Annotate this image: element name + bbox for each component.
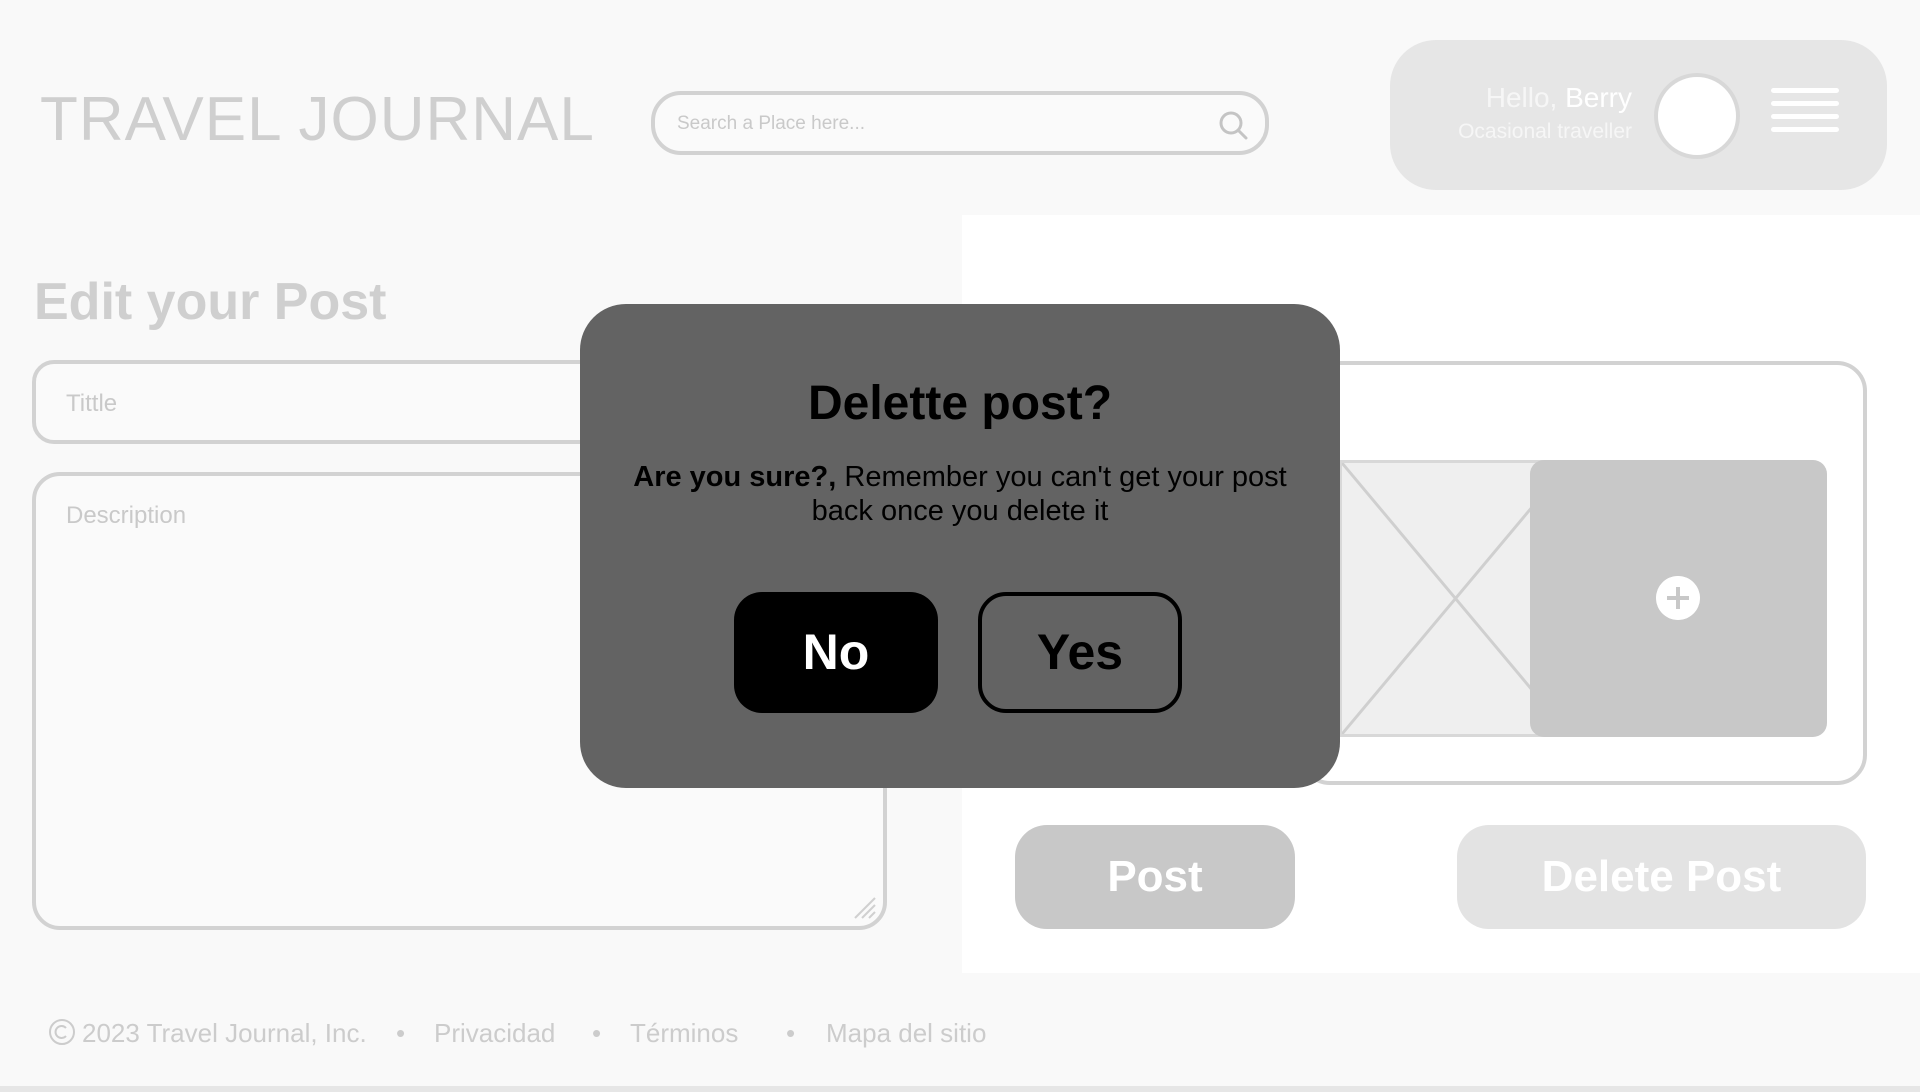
user-role: Ocasional traveller — [1458, 120, 1632, 143]
no-button[interactable]: No — [734, 592, 938, 713]
footer-separator: • — [396, 1018, 406, 1048]
dialog-message-rest: Remember you can't get your post back on… — [811, 461, 1287, 527]
copyright-text: 2023 Travel Journal, Inc. — [82, 1018, 367, 1048]
search-icon[interactable] — [1217, 109, 1249, 141]
footer-link-terms[interactable]: Términos — [630, 1018, 738, 1049]
search-input[interactable]: Search a Place here... — [677, 113, 865, 135]
post-button[interactable]: Post — [1015, 825, 1295, 929]
greeting-text: Hello, — [1485, 82, 1558, 113]
footer: 2023 Travel Journal, Inc. • Privacidad •… — [0, 1006, 1920, 1066]
bottom-divider — [0, 1086, 1920, 1092]
add-media-button[interactable] — [1530, 460, 1827, 737]
user-name: Berry — [1565, 82, 1632, 113]
yes-button[interactable]: Yes — [978, 592, 1182, 713]
delete-confirm-dialog: Delette post? Are you sure?, Remember yo… — [580, 304, 1340, 788]
resize-grip-icon[interactable] — [849, 892, 877, 920]
dialog-message-bold: Are you sure?, — [633, 461, 837, 493]
user-card[interactable]: Hello, Berry Ocasional traveller — [1390, 40, 1887, 190]
brand-logo[interactable]: TRAVEL JOURNAL — [40, 84, 595, 155]
dialog-title: Delette post? — [807, 377, 1113, 430]
footer-link-privacy[interactable]: Privacidad — [434, 1018, 555, 1049]
hamburger-menu-icon[interactable] — [1771, 88, 1839, 144]
footer-link-sitemap[interactable]: Mapa del sitio — [826, 1018, 986, 1049]
header: TRAVEL JOURNAL Search a Place here... He… — [0, 0, 1920, 215]
greeting: Hello, Berry — [1486, 82, 1632, 114]
delete-post-button[interactable]: Delete Post — [1457, 825, 1866, 929]
copyright-icon — [49, 1019, 75, 1045]
title-placeholder: Tittle — [66, 390, 118, 417]
dialog-message: Are you sure?, Remember you can't get yo… — [620, 460, 1300, 528]
search-bar[interactable]: Search a Place here... — [651, 91, 1269, 155]
footer-separator: • — [592, 1018, 602, 1048]
page-title: Edit your Post — [34, 273, 387, 331]
avatar[interactable] — [1654, 73, 1740, 159]
footer-separator: • — [786, 1018, 796, 1048]
plus-icon — [1656, 576, 1700, 620]
title-field[interactable]: Tittle — [32, 360, 632, 444]
description-placeholder: Description — [66, 502, 187, 529]
